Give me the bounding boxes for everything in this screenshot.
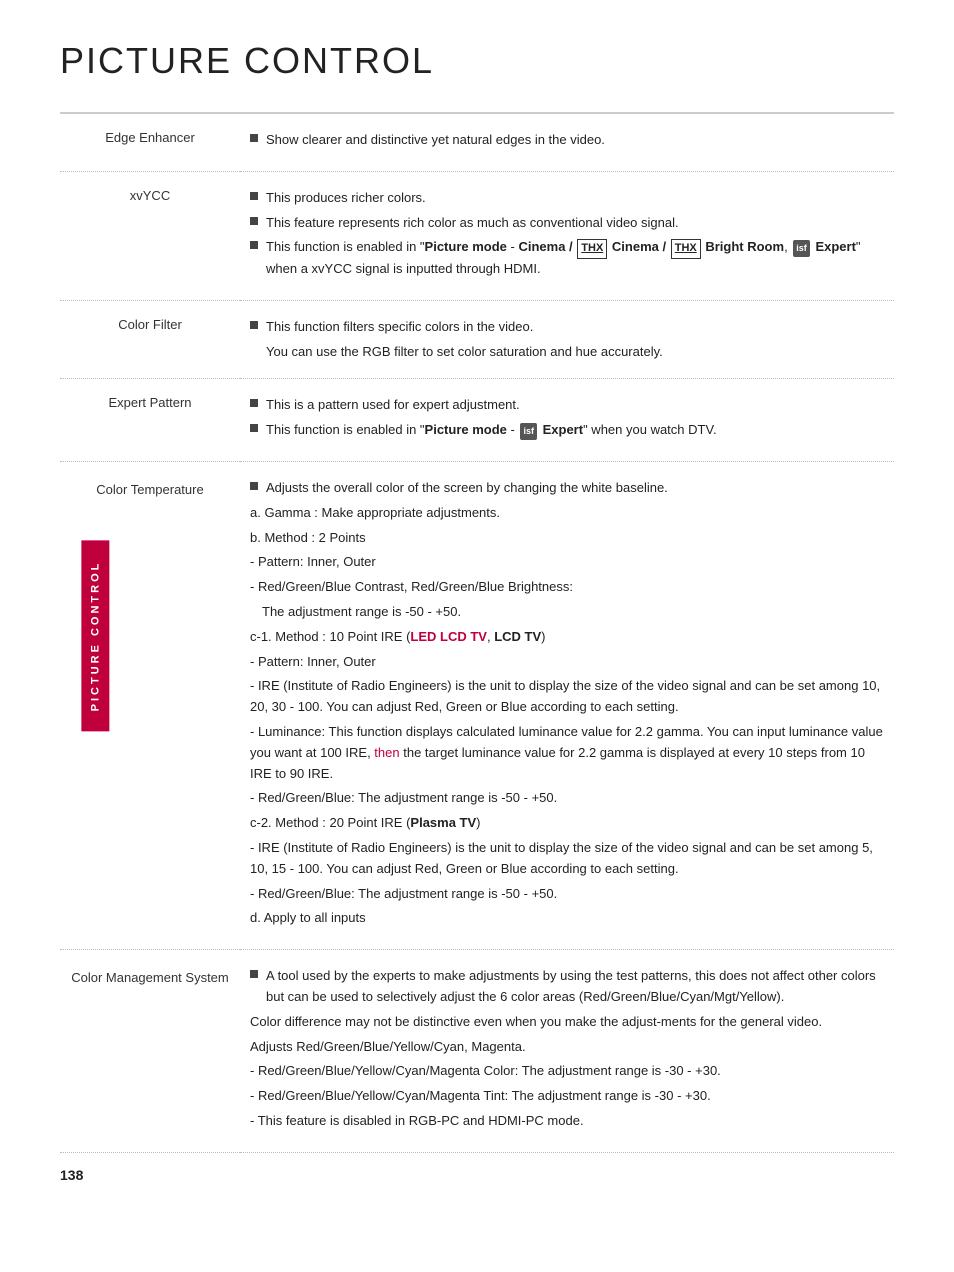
row-label: Color Filter <box>60 300 240 379</box>
page-number: 138 <box>60 1167 83 1183</box>
row-content: This produces richer colors. This featur… <box>240 171 894 300</box>
bullet-text: Adjusts the overall color of the screen … <box>266 478 884 499</box>
table-row: Color Filter This function filters speci… <box>60 300 894 379</box>
bullet-icon <box>250 217 258 225</box>
bullet-icon <box>250 399 258 407</box>
bullet-icon <box>250 424 258 432</box>
row-content: This function filters specific colors in… <box>240 300 894 379</box>
table-row: Expert Pattern This is a pattern used fo… <box>60 379 894 462</box>
indent-text: You can use the RGB filter to set color … <box>266 342 884 363</box>
bullet-icon <box>250 134 258 142</box>
bullet-icon <box>250 482 258 490</box>
row-label: Expert Pattern <box>60 379 240 462</box>
bullet-text: This is a pattern used for expert adjust… <box>266 395 884 416</box>
bullet-text: This function is enabled in "Picture mod… <box>266 420 884 441</box>
row-label: xvYCC <box>60 171 240 300</box>
row-content: Show clearer and distinctive yet natural… <box>240 113 894 171</box>
bullet-icon <box>250 241 258 249</box>
bullet-text: This function is enabled in "Picture mod… <box>266 237 884 279</box>
row-content: Adjusts the overall color of the screen … <box>240 461 894 949</box>
table-row: xvYCC This produces richer colors. This … <box>60 171 894 300</box>
table-row: Edge Enhancer Show clearer and distincti… <box>60 113 894 171</box>
table-row: Color Temperature Adjusts the overall co… <box>60 461 894 949</box>
bullet-text: A tool used by the experts to make adjus… <box>266 966 884 1008</box>
row-content: This is a pattern used for expert adjust… <box>240 379 894 462</box>
side-label: PICTURE CONTROL <box>81 541 109 732</box>
color-temp-details: a. Gamma : Make appropriate adjustments.… <box>250 503 884 929</box>
row-label: Color Management System <box>60 950 240 1153</box>
cms-details: Color difference may not be distinctive … <box>250 1012 884 1132</box>
bullet-text: This produces richer colors. <box>266 188 884 209</box>
bullet-text: Show clearer and distinctive yet natural… <box>266 130 884 151</box>
bullet-text: This function filters specific colors in… <box>266 317 884 338</box>
bullet-text: This feature represents rich color as mu… <box>266 213 884 234</box>
row-content: A tool used by the experts to make adjus… <box>240 950 894 1153</box>
bullet-icon <box>250 321 258 329</box>
row-label: Edge Enhancer <box>60 113 240 171</box>
bullet-icon <box>250 970 258 978</box>
bullet-icon <box>250 192 258 200</box>
page-title: PICTURE CONTROL <box>60 40 894 82</box>
table-row: Color Management System A tool used by t… <box>60 950 894 1153</box>
